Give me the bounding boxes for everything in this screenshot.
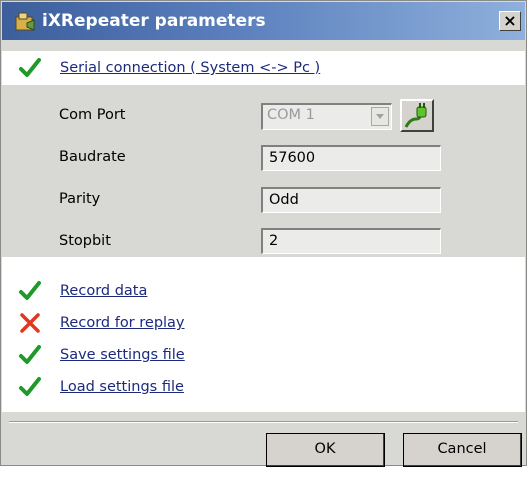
dialog-window: iXRepeater parameters × Serial connectio… — [0, 0, 527, 467]
cross-icon — [20, 313, 40, 333]
check-icon — [19, 58, 41, 77]
check-icon — [19, 281, 41, 300]
baudrate-label: Baudrate — [59, 149, 126, 165]
ok-button[interactable]: OK — [266, 433, 385, 467]
serial-connection-row[interactable]: Serial connection ( System <-> Pc ) — [18, 55, 320, 81]
plug-icon — [404, 103, 427, 128]
option-row-save-settings[interactable]: Save settings file — [18, 342, 185, 368]
record-for-replay-link[interactable]: Record for replay — [60, 315, 185, 331]
window-title: iXRepeater parameters — [42, 11, 266, 31]
record-data-link[interactable]: Record data — [60, 283, 147, 299]
close-icon: × — [503, 11, 517, 30]
connect-button[interactable] — [400, 99, 434, 132]
title-bar[interactable]: iXRepeater parameters × — [2, 2, 525, 40]
app-icon — [15, 12, 35, 31]
stopbit-label: Stopbit — [59, 233, 111, 249]
com-port-label: Com Port — [59, 107, 126, 123]
stopbit-field[interactable]: 2 — [261, 228, 441, 254]
com-port-value: COM 1 — [267, 107, 315, 123]
divider — [9, 421, 518, 423]
close-button[interactable]: × — [499, 11, 521, 31]
check-icon — [19, 377, 41, 396]
parity-field[interactable]: Odd — [261, 187, 441, 213]
cancel-button[interactable]: Cancel — [403, 433, 522, 467]
load-settings-link[interactable]: Load settings file — [60, 379, 184, 395]
check-icon — [19, 345, 41, 364]
option-row-record-data[interactable]: Record data — [18, 278, 147, 304]
serial-panel: Serial connection ( System <-> Pc ) — [2, 51, 525, 85]
chevron-down-icon[interactable] — [371, 107, 389, 126]
baudrate-field[interactable]: 57600 — [261, 145, 441, 171]
parity-label: Parity — [59, 191, 101, 207]
option-row-load-settings[interactable]: Load settings file — [18, 374, 184, 400]
option-row-record-for-replay[interactable]: Record for replay — [18, 310, 185, 336]
serial-connection-link[interactable]: Serial connection ( System <-> Pc ) — [60, 60, 320, 76]
save-settings-link[interactable]: Save settings file — [60, 347, 185, 363]
options-panel: Record data Record for replay Save setti… — [2, 257, 525, 412]
com-port-select[interactable]: COM 1 — [261, 103, 392, 130]
